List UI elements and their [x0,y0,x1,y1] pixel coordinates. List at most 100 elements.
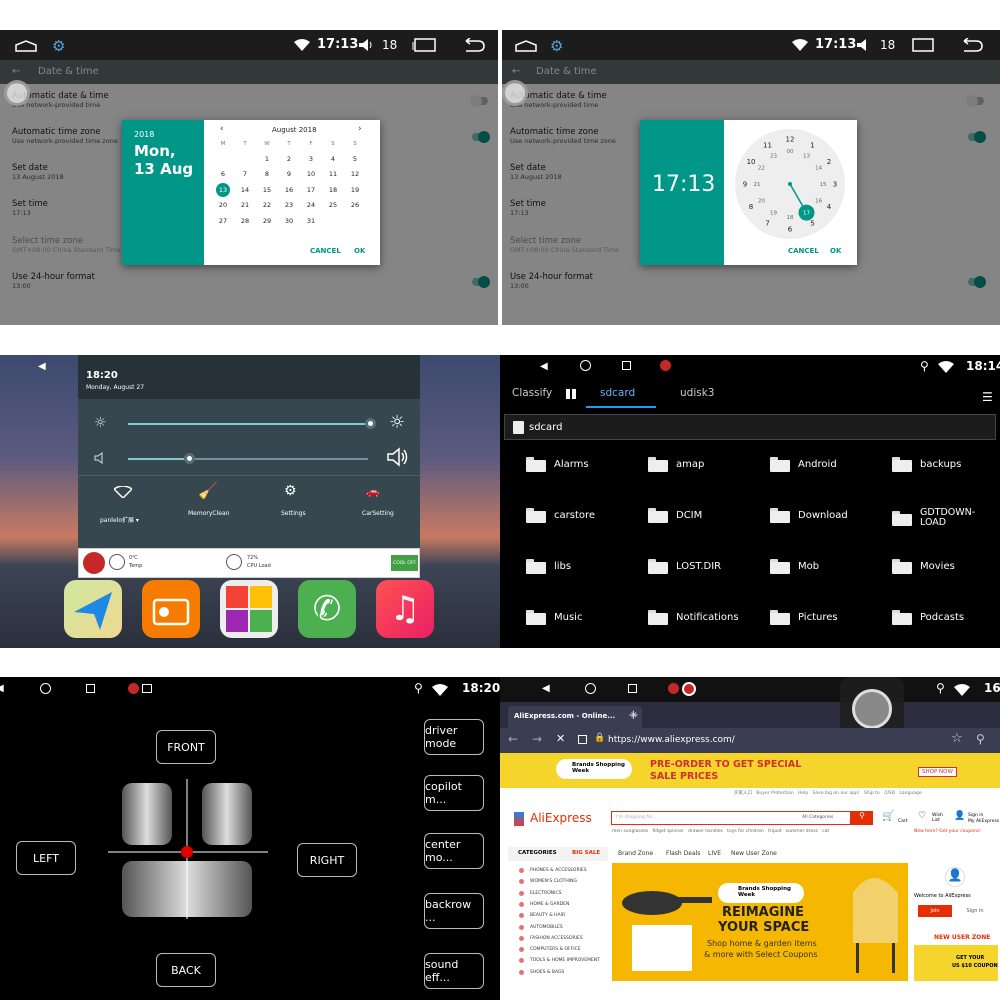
clock-hour[interactable]: 8 [749,203,753,211]
clock-hour-inner[interactable]: 16 [815,199,822,205]
folder-item[interactable]: Movies [892,559,955,574]
setting-row[interactable]: Set time 17:13 [510,199,546,217]
sign-in-button[interactable]: Sign in [958,905,992,917]
driver-seat[interactable] [122,783,172,845]
clock-hour[interactable]: 4 [827,203,832,211]
shop-now-button[interactable]: SHOP NOW [918,767,957,777]
back-arrow-icon[interactable]: ← [512,66,520,77]
folder-item[interactable]: libs [526,559,571,574]
calendar-day[interactable]: 18 [322,182,344,198]
left-button[interactable]: LEFT [16,841,76,875]
folder-item[interactable]: Android [770,457,837,472]
radio-app-icon[interactable] [142,580,200,638]
gallery-app-icon[interactable] [220,580,278,638]
recent-apps-icon[interactable] [910,38,934,52]
balance-point[interactable] [181,846,193,858]
calendar-day[interactable]: 21 [234,198,256,214]
sign-in-link[interactable]: Sign in [968,813,983,818]
clock-hour-inner[interactable]: 22 [758,166,765,172]
volume-slider[interactable] [188,458,368,460]
home-nav-icon[interactable] [580,360,591,371]
category-item[interactable]: FASHION ACCESSORIES [530,936,583,941]
back-arrow-icon[interactable]: ← [508,732,518,746]
clock-hour-inner[interactable]: 15 [820,182,827,188]
backrow-mode-button[interactable]: backrow ... [424,893,484,929]
url-field[interactable]: https://www.aliexpress.com/ [608,735,735,745]
home-icon[interactable] [514,39,538,53]
category-item[interactable]: SHOES & BAGS [530,970,564,975]
calendar-day[interactable]: 9 [278,167,300,183]
clock-hour[interactable]: 2 [827,158,831,166]
path-bar[interactable]: sdcard [504,414,996,440]
next-month-icon[interactable]: › [358,124,362,134]
tab-classify[interactable]: Classify [512,387,552,399]
calendar-day[interactable]: 17 [300,182,322,198]
setting-row[interactable]: Use 24-hour format 13:00 [12,272,95,290]
toggle-switch[interactable] [472,131,490,143]
forward-arrow-icon[interactable]: → [532,732,542,746]
clock-hour-inner[interactable]: 00 [787,149,794,155]
calendar-day[interactable]: 16 [278,182,300,198]
setting-row[interactable]: Automatic time zone Use network-provided … [510,127,616,145]
clock-hour[interactable]: 11 [763,142,772,150]
calendar-day[interactable]: 30 [278,213,300,229]
setting-row[interactable]: Use 24-hour format 13:00 [510,272,593,290]
clock-hour-inner[interactable]: 20 [758,199,765,205]
calendar-day[interactable]: 27 [212,213,234,229]
reader-icon[interactable] [578,735,587,744]
clock-hour[interactable]: 10 [747,158,756,166]
folder-item[interactable]: DCIM [648,508,702,523]
new-user-zone-label[interactable]: NEW USER ZONE [934,934,990,941]
nav-link[interactable]: Brand Zone [618,850,653,857]
setting-row[interactable]: Automatic time zone Use network-provided … [12,127,118,145]
hero-banner[interactable]: Brands Shopping Week REIMAGINE YOUR SPAC… [612,863,908,981]
stop-loading-icon[interactable]: ✕ [556,732,565,745]
calendar-day[interactable] [234,151,256,167]
calendar-day[interactable]: 8 [256,167,278,183]
calendar-day[interactable]: 20 [212,198,234,214]
calendar-day[interactable]: 11 [322,167,344,183]
recent-nav-icon[interactable] [628,684,637,693]
category-item[interactable]: WOMEN'S CLOTHING [530,879,577,884]
settings-label[interactable]: Settings [281,510,306,517]
navigation-app-icon[interactable] [64,580,122,638]
clock-hour-inner[interactable]: 18 [787,215,794,221]
folder-item[interactable]: Music [526,610,582,625]
clock-hour-inner[interactable]: 23 [770,153,777,159]
clock-hour-inner[interactable]: 19 [770,211,777,217]
categories-header[interactable]: CATEGORIES BIG SALE [508,847,608,861]
copilot-mode-button[interactable]: copilot m... [424,775,484,811]
copilot-seat[interactable] [202,783,252,845]
year-label[interactable]: 2018 [134,130,154,139]
folder-item[interactable]: carstore [526,508,595,523]
setting-row[interactable]: Select time zone GMT+08:00 China Standard… [510,236,619,254]
clock-hour[interactable]: 7 [765,219,769,227]
calendar-day[interactable]: 28 [234,213,256,229]
grid-view-icon[interactable] [566,389,576,399]
brightness-slider[interactable] [128,423,366,425]
calendar-day[interactable]: 6 [212,167,234,183]
calendar-day[interactable]: 14 [234,182,256,198]
setting-row[interactable]: Select time zone GMT+08:00 China Standard… [12,236,121,254]
calendar-day[interactable]: 3 [300,151,322,167]
new-tab-icon[interactable]: + [628,708,639,723]
clock-hour-inner[interactable]: 21 [754,182,761,188]
gear-icon[interactable]: ⚙ [52,37,65,55]
folder-item[interactable]: GDTDOWN-LOAD [892,508,976,528]
category-item[interactable]: ELECTRONICS [530,891,561,896]
calendar-day[interactable]: 13 [212,182,234,198]
tab-udisk3[interactable]: udisk3 [680,387,714,399]
new-here-link[interactable]: New here? Get your coupons! [914,829,981,834]
time-display[interactable]: 17:13 [652,172,715,197]
assistive-touch-button[interactable] [502,80,528,106]
toggle-switch[interactable] [472,276,490,288]
network-label[interactable]: panlelo扩展 ▾ [100,515,139,524]
calendar-day[interactable]: 23 [278,198,300,214]
folder-item[interactable]: Podcasts [892,610,964,625]
join-button[interactable]: Join [918,905,952,917]
calendar-day[interactable]: 1 [256,151,278,167]
category-item[interactable]: PHONES & ACCESSORIES [530,868,587,873]
clock-hour[interactable]: 6 [788,226,793,234]
heart-icon[interactable]: ♡ [918,811,926,821]
home-icon[interactable] [14,39,38,53]
